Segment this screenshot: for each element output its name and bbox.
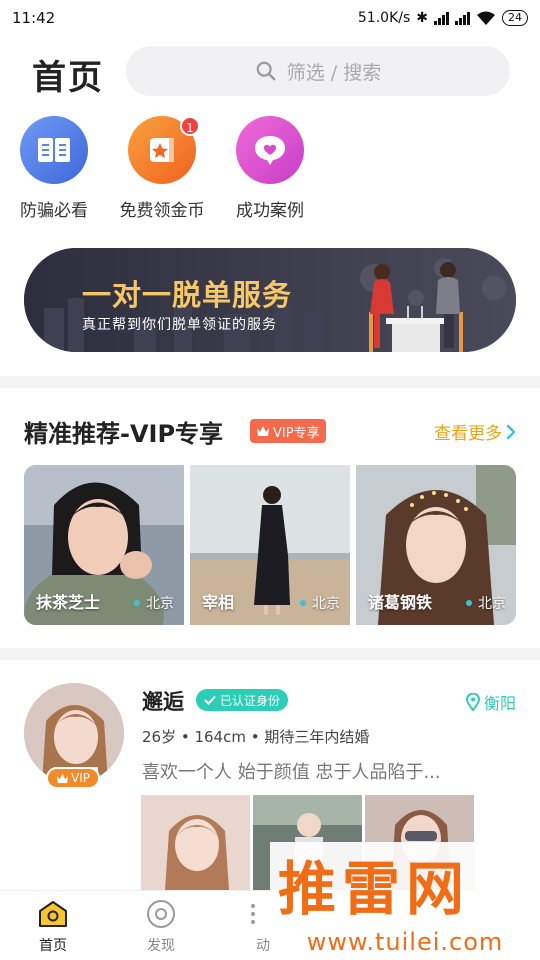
nav-home[interactable]: 首页: [18, 897, 88, 955]
view-more-label: 查看更多: [434, 424, 502, 444]
nav-label: 首页: [39, 938, 67, 954]
signal-icon-2: [455, 11, 470, 25]
vip-recommendations: 抹茶芝士 北京 宰相 北京 诸葛钢铁 北京: [24, 465, 516, 625]
quick-action-success-stories[interactable]: 成功案例: [220, 116, 320, 221]
nav-label: 发现: [147, 938, 175, 954]
status-bar: 11:42 51.0K/s ✱ 24: [0, 0, 540, 36]
notification-badge: 1: [180, 116, 200, 136]
vip-tag: VIP专享: [250, 419, 326, 443]
quick-action-label: 成功案例: [236, 201, 304, 221]
crown-icon: [57, 773, 68, 783]
quick-action-free-coins[interactable]: 1 免费领金币: [112, 116, 212, 221]
location-dot-icon: [466, 600, 472, 606]
vip-badge: VIP: [46, 767, 100, 789]
vip-section-title: 精准推荐-VIP专享: [24, 420, 224, 448]
quick-action-label: 免费领金币: [119, 201, 205, 221]
search-placeholder: 筛选 / 搜索: [286, 61, 382, 84]
profile-name: 邂逅: [142, 690, 184, 714]
vip-card[interactable]: 诸葛钢铁 北京: [356, 465, 516, 625]
chevron-right-icon: [506, 424, 516, 439]
location-pin-icon: [465, 693, 480, 711]
watermark-logo: 推雷网: [278, 855, 471, 923]
book-icon: [20, 116, 88, 184]
card-name: 诸葛钢铁: [368, 593, 433, 612]
card-name: 宰相: [202, 593, 235, 612]
home-icon: [36, 897, 70, 931]
quick-action-anti-fraud[interactable]: 防骗必看: [4, 116, 104, 221]
card-name: 抹茶芝士: [36, 593, 101, 612]
service-banner[interactable]: 一对一脱单服务 真正帮到你们脱单领证的服务: [24, 248, 516, 352]
section-divider: [0, 376, 540, 388]
status-time: 11:42: [12, 9, 56, 27]
card-city: 北京: [300, 593, 340, 613]
watermark: 推雷网 www.tuilei.com: [270, 842, 540, 960]
header: 首页 筛选 / 搜索: [0, 40, 540, 102]
profile-photo-thumb[interactable]: [141, 795, 250, 890]
profile-info: 26岁 • 164cm • 期待三年内结婚: [142, 728, 370, 746]
photo-thumbnail: [141, 795, 250, 890]
check-icon: [204, 695, 216, 705]
discover-icon: [144, 897, 178, 931]
banner-subtitle: 真正帮到你们脱单领证的服务: [82, 317, 277, 333]
quick-action-label: 防骗必看: [20, 201, 88, 221]
verified-badge: 已认证身份: [196, 689, 289, 711]
search-bar[interactable]: 筛选 / 搜索: [126, 46, 510, 96]
bluetooth-icon: ✱: [416, 10, 428, 26]
banner-title: 一对一脱单服务: [82, 278, 293, 312]
card-city: 北京: [466, 593, 506, 613]
vip-card[interactable]: 宰相 北京: [190, 465, 350, 625]
network-speed: 51.0K/s: [357, 10, 411, 26]
watermark-url: www.tuilei.com: [306, 928, 504, 956]
home-screen: 11:42 51.0K/s ✱ 24 首页 筛选 / 搜索 防骗必看 1 免费领…: [0, 0, 540, 960]
section-divider: [0, 648, 540, 660]
vip-tag-label: VIP专享: [273, 425, 320, 441]
wifi-icon: [477, 11, 495, 25]
battery-indicator: 24: [502, 10, 528, 26]
quick-actions: 防骗必看 1 免费领金币 成功案例: [0, 116, 540, 226]
nav-discover[interactable]: 发现: [126, 897, 196, 955]
search-icon: [256, 61, 276, 81]
gift-star-icon: 1: [128, 116, 200, 184]
crown-icon: [257, 426, 269, 436]
page-title: 首页: [32, 58, 104, 98]
profile-location: 衡阳: [465, 690, 516, 714]
profile-bio: 喜欢一个人 始于颜值 忠于人品陷于...: [142, 762, 441, 783]
heart-chat-icon: [236, 116, 304, 184]
signal-icon: [434, 11, 449, 25]
location-dot-icon: [134, 600, 140, 606]
card-city: 北京: [134, 593, 174, 613]
vip-card[interactable]: 抹茶芝士 北京: [24, 465, 184, 625]
status-indicators: 51.0K/s ✱ 24: [358, 10, 528, 26]
location-dot-icon: [300, 600, 306, 606]
view-more-link[interactable]: 查看更多: [434, 419, 516, 444]
